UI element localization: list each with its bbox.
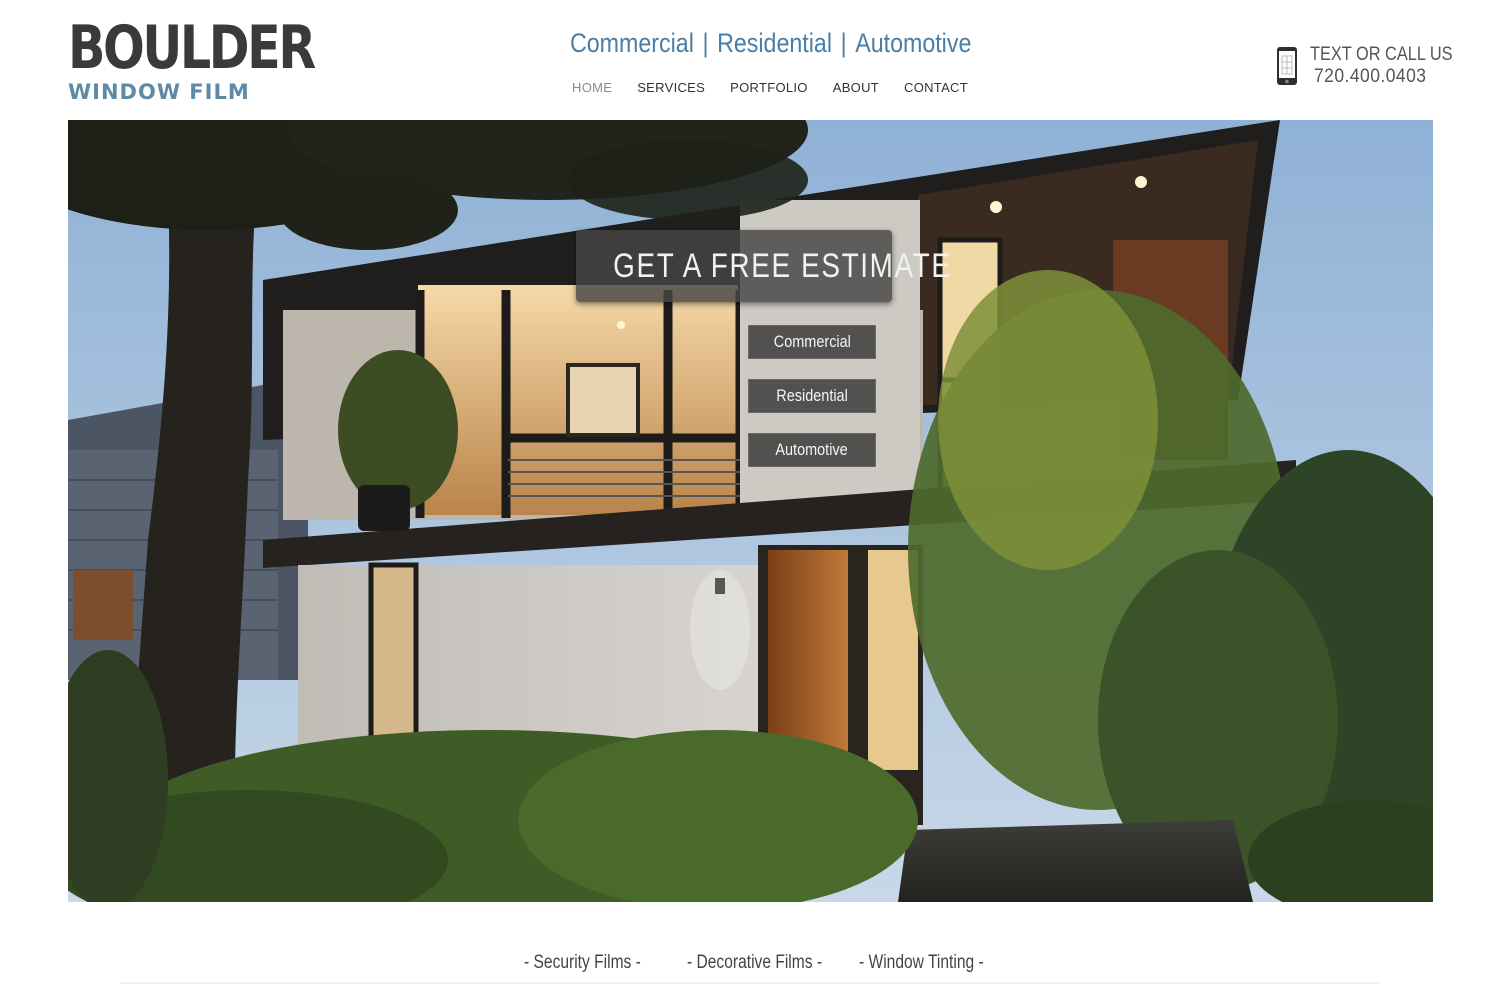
free-estimate-button[interactable]: GET A FREE ESTIMATE <box>576 230 950 302</box>
residential-button-label: Residential <box>776 386 848 405</box>
residential-button[interactable]: Residential <box>748 379 876 413</box>
commercial-button-label: Commercial <box>773 332 851 351</box>
nav-about[interactable]: ABOUT <box>833 80 879 95</box>
hero-banner: GET A FREE ESTIMATE Commercial Residenti… <box>68 120 1433 902</box>
tagline-commercial[interactable]: Commercial <box>570 28 694 58</box>
decorative-films-link[interactable]: - Decorative Films - <box>687 952 822 974</box>
logo-wordmark: BOULDER <box>68 13 316 83</box>
window-tinting-link[interactable]: - Window Tinting - <box>859 952 984 974</box>
nav-home[interactable]: HOME <box>572 80 612 95</box>
main-nav: HOME SERVICES PORTFOLIO ABOUT CONTACT <box>572 80 993 95</box>
nav-contact[interactable]: CONTACT <box>904 80 968 95</box>
contact-label: TEXT OR CALL US <box>1310 44 1453 65</box>
automotive-button-label: Automotive <box>775 440 849 459</box>
site-logo[interactable]: BOULDER WINDOW FILM <box>68 13 316 108</box>
tagline-automotive[interactable]: Automotive <box>855 28 971 58</box>
divider <box>120 982 1380 984</box>
tagline-separator: | <box>702 28 709 58</box>
security-films-link[interactable]: - Security Films - <box>524 952 641 974</box>
tagline-separator: | <box>840 28 847 58</box>
service-tagline: Commercial | Residential | Automotive <box>570 28 971 59</box>
phone-icon <box>1277 47 1297 85</box>
free-estimate-label: GET A FREE ESTIMATE <box>613 247 952 285</box>
nav-portfolio[interactable]: PORTFOLIO <box>730 80 808 95</box>
logo-subtitle: WINDOW FILM <box>68 80 250 104</box>
phone-number[interactable]: 720.400.0403 <box>1314 66 1426 88</box>
commercial-button[interactable]: Commercial <box>748 325 876 359</box>
tagline-residential[interactable]: Residential <box>717 28 832 58</box>
service-links: - Security Films - - Decorative Films - … <box>0 952 1500 978</box>
contact-block[interactable]: TEXT OR CALL US 720.400.0403 <box>1276 44 1453 88</box>
automotive-button[interactable]: Automotive <box>748 433 876 467</box>
nav-services[interactable]: SERVICES <box>637 80 705 95</box>
